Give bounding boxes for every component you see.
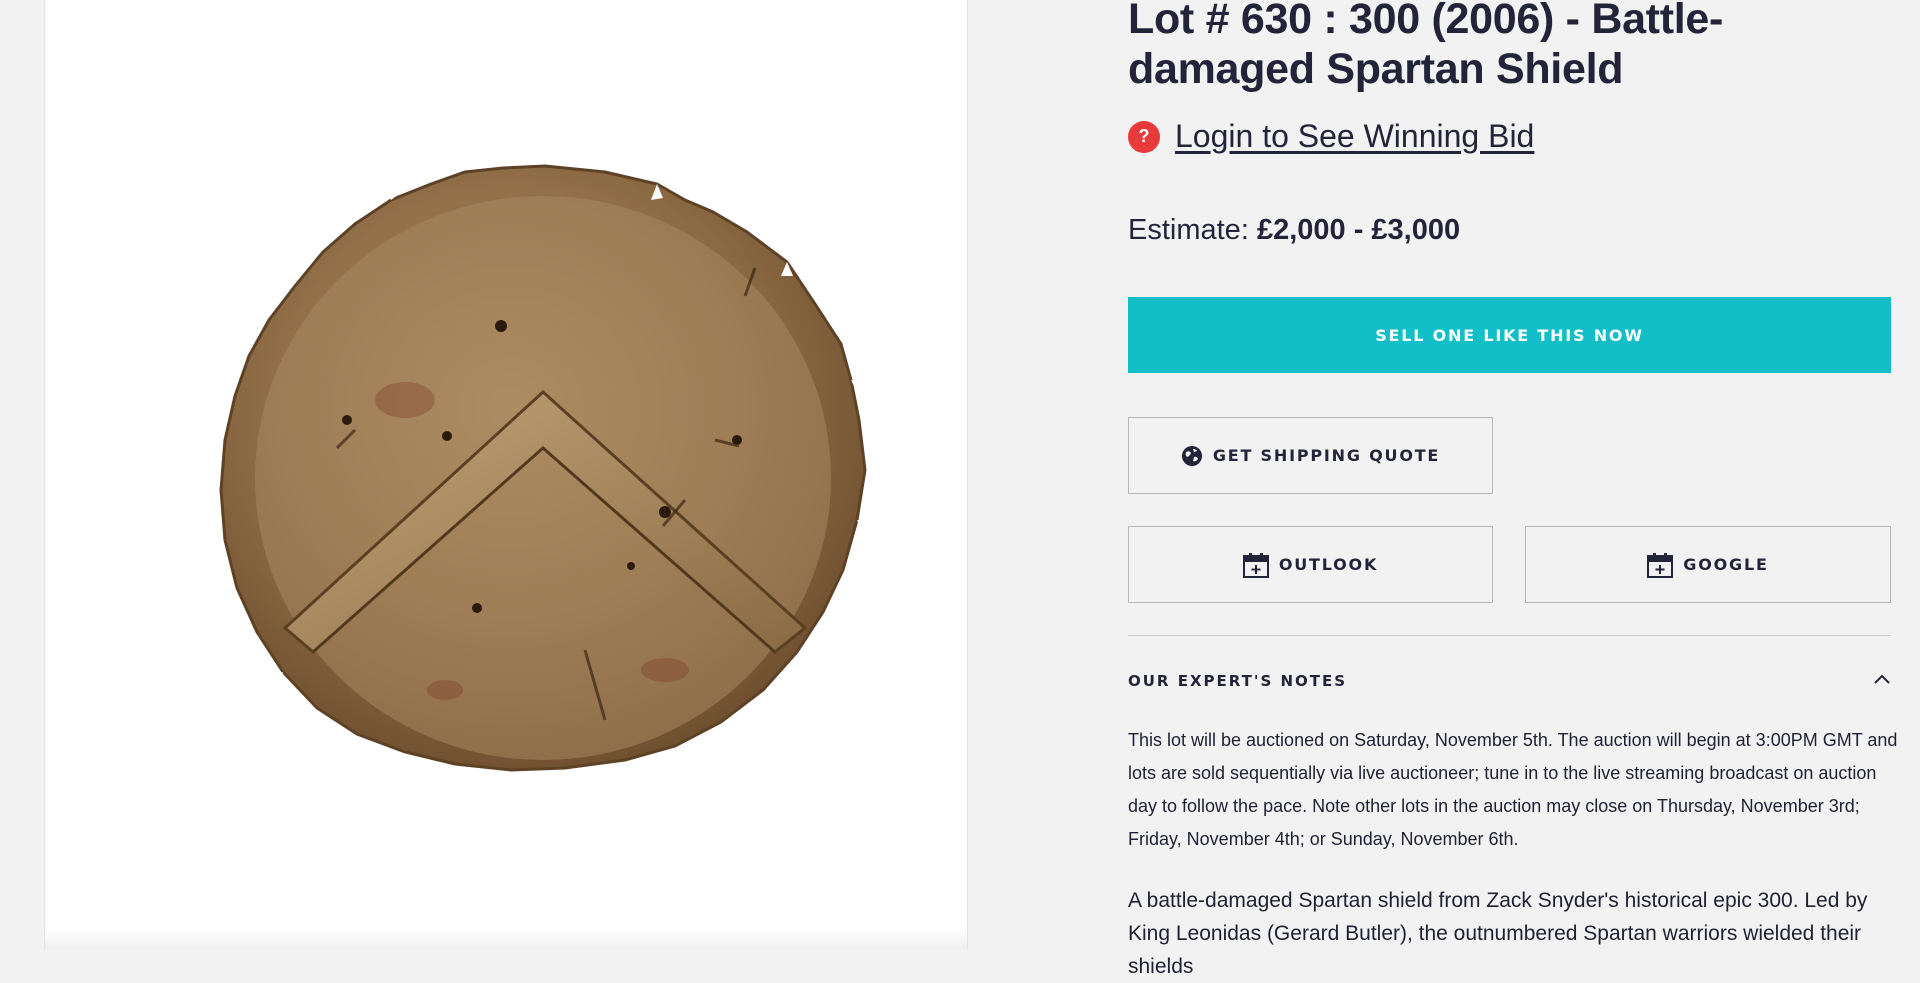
outlook-calendar-button[interactable]: OUTLOOK — [1128, 526, 1493, 603]
chevron-up-icon[interactable] — [1873, 672, 1891, 690]
expert-notes-toggle[interactable]: OUR EXPERT'S NOTES — [1128, 666, 1891, 696]
estimate: Estimate: £2,000 - £3,000 — [1128, 214, 1460, 247]
sell-button-label: SELL ONE LIKE THIS NOW — [1375, 325, 1644, 345]
estimate-label: Estimate: — [1128, 214, 1249, 246]
lot-description: A battle-damaged Spartan shield from Zac… — [1128, 889, 1868, 978]
estimate-value: £2,000 - £3,000 — [1256, 214, 1461, 246]
sell-one-like-this-button[interactable]: SELL ONE LIKE THIS NOW — [1128, 297, 1891, 373]
auction-schedule-note: This lot will be auctioned on Saturday, … — [1128, 730, 1898, 849]
product-image-panel[interactable] — [44, 0, 968, 949]
google-button-label: GOOGLE — [1683, 555, 1769, 574]
login-winning-bid-link[interactable]: Login to See Winning Bid — [1175, 118, 1534, 155]
section-divider — [1128, 635, 1891, 636]
question-mark-circle-icon: ? — [1128, 120, 1160, 153]
spartan-shield-image[interactable] — [45, 0, 967, 949]
calendar-add-icon — [1242, 552, 1269, 578]
get-shipping-quote-button[interactable]: GET SHIPPING QUOTE — [1128, 417, 1493, 494]
winning-bid-row: ? Login to See Winning Bid — [1128, 118, 1534, 155]
globe-icon — [1181, 445, 1203, 467]
google-calendar-button[interactable]: GOOGLE — [1525, 526, 1891, 603]
lot-title: Lot # 630 : 300 (2006) - Battle-damaged … — [1128, 0, 1724, 93]
shipping-button-label: GET SHIPPING QUOTE — [1212, 446, 1441, 465]
calendar-add-icon — [1647, 552, 1674, 578]
panel-bottom-shadow — [45, 927, 967, 949]
expert-notes-heading: OUR EXPERT'S NOTES — [1128, 672, 1348, 690]
outlook-button-label: OUTLOOK — [1278, 555, 1379, 574]
